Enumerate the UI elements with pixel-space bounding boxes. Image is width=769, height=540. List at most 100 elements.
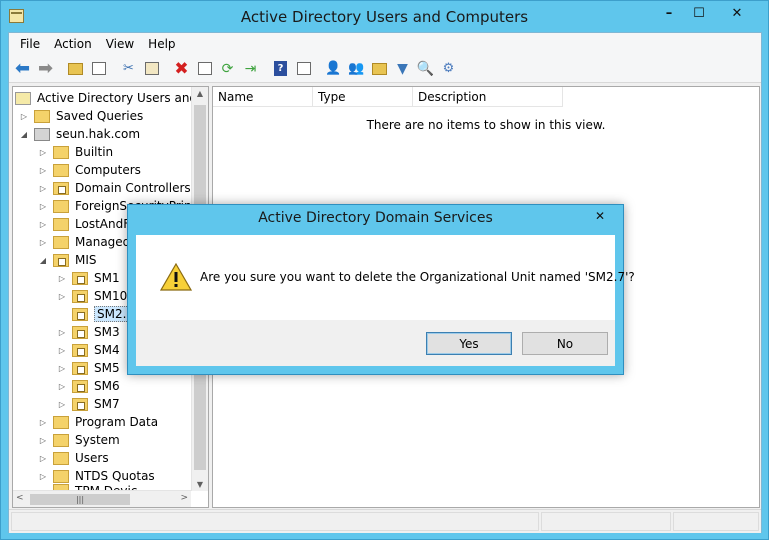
tree-horizontal-scrollbar[interactable]: < ||| >: [13, 490, 191, 507]
column-header-name[interactable]: Name: [213, 87, 313, 107]
expand-arrow-icon[interactable]: ▷: [38, 418, 48, 427]
folder-icon: [34, 109, 50, 123]
column-header-description[interactable]: Description: [413, 87, 563, 107]
yes-button[interactable]: Yes: [426, 332, 512, 355]
tree-item-label: SM7: [94, 397, 120, 411]
tree-item-sm4[interactable]: ▷ SM4: [57, 341, 120, 359]
expand-arrow-icon[interactable]: ▷: [57, 382, 67, 391]
tree-item-computers[interactable]: ▷ Computers: [38, 161, 141, 179]
scroll-right-icon[interactable]: >: [180, 493, 188, 503]
cut-icon[interactable]: ✂: [118, 58, 139, 79]
expand-arrow-icon[interactable]: ▷: [57, 274, 67, 283]
confirm-delete-dialog: Active Directory Domain Services ✕ Are y…: [127, 204, 635, 375]
tree-root[interactable]: Active Directory Users and Co: [15, 89, 208, 107]
menu-help[interactable]: Help: [141, 33, 182, 55]
folder-icon: [53, 163, 69, 177]
export-list-icon[interactable]: ⇥: [240, 58, 261, 79]
scroll-thumb[interactable]: |||: [30, 494, 130, 505]
tree-item-system[interactable]: ▷ System: [38, 431, 120, 449]
tree-item-domain[interactable]: ◢ seun.hak.com: [19, 125, 140, 143]
show-hide-tree-icon[interactable]: [88, 58, 109, 79]
expand-arrow-icon[interactable]: ▷: [38, 436, 48, 445]
menu-action[interactable]: Action: [47, 33, 99, 55]
tree-item-label: SM1: [94, 271, 120, 285]
tree-item-sm3[interactable]: ▷ SM3: [57, 323, 120, 341]
menu-file[interactable]: File: [13, 33, 47, 55]
scroll-down-icon[interactable]: ▼: [192, 480, 208, 489]
tree-item-sm6[interactable]: ▷ SM6: [57, 377, 120, 395]
collapse-arrow-icon[interactable]: ◢: [19, 130, 29, 139]
maximize-button[interactable]: ☐: [684, 3, 714, 23]
delegate-icon[interactable]: ⚙: [438, 58, 459, 79]
delete-icon[interactable]: ✖: [171, 58, 192, 79]
tree-item-builtin[interactable]: ▷ Builtin: [38, 143, 113, 161]
tree-item-label: SM10: [94, 289, 128, 303]
column-header-type[interactable]: Type: [313, 87, 413, 107]
expand-arrow-icon[interactable]: ▷: [38, 202, 48, 211]
tree-item-sm5[interactable]: ▷ SM5: [57, 359, 120, 377]
filter-icon[interactable]: ▼: [392, 58, 413, 79]
tree-item-label: Computers: [75, 163, 141, 177]
dialog-body: Are you sure you want to delete the Orga…: [136, 235, 635, 366]
tree-item-mis[interactable]: ◢ MIS: [38, 251, 97, 269]
scroll-left-icon[interactable]: <: [16, 493, 24, 503]
expand-arrow-icon[interactable]: ▷: [38, 166, 48, 175]
find-icon[interactable]: 🔍: [415, 58, 436, 79]
expand-arrow-icon[interactable]: ▷: [38, 472, 48, 481]
expand-arrow-icon[interactable]: ▷: [57, 328, 67, 337]
menu-view[interactable]: View: [99, 33, 141, 55]
expand-arrow-icon[interactable]: ▷: [57, 364, 67, 373]
folder-icon: [53, 415, 69, 429]
tree-item-ntds-quotas[interactable]: ▷ NTDS Quotas: [38, 467, 155, 485]
close-button[interactable]: ✕: [714, 3, 760, 23]
dialog-close-button[interactable]: ✕: [584, 206, 616, 226]
copy-icon[interactable]: [141, 58, 162, 79]
expand-arrow-icon[interactable]: ▷: [57, 292, 67, 301]
tree-item-label: Saved Queries: [56, 109, 144, 123]
dialog-button-bar: Yes No: [136, 320, 615, 366]
tree-item-sm10[interactable]: ▷ SM10: [57, 287, 127, 305]
expand-arrow-icon[interactable]: ▷: [57, 400, 67, 409]
collapse-arrow-icon[interactable]: ◢: [38, 256, 48, 265]
back-icon[interactable]: ⬅: [12, 58, 33, 79]
no-button[interactable]: No: [522, 332, 608, 355]
expand-arrow-icon[interactable]: ▷: [38, 238, 48, 247]
ou-folder-icon: [72, 379, 88, 393]
tree-item-program-data[interactable]: ▷ Program Data: [38, 413, 158, 431]
up-folder-icon[interactable]: [65, 58, 86, 79]
expand-arrow-icon[interactable]: ▷: [38, 148, 48, 157]
tree-item-sm1[interactable]: ▷ SM1: [57, 269, 120, 287]
tree-item-saved-queries[interactable]: ▷ Saved Queries: [19, 107, 143, 125]
tree-item-sm7[interactable]: ▷ SM7: [57, 395, 120, 413]
new-ou-icon[interactable]: [369, 58, 390, 79]
ou-folder-icon: [53, 181, 69, 195]
tree-item-label: Program Data: [75, 415, 159, 429]
help-icon[interactable]: ?: [270, 58, 291, 79]
tree-item-domain-controllers[interactable]: ▷ Domain Controllers: [38, 179, 191, 197]
window-controls: – ☐ ✕: [654, 3, 760, 23]
tree-item-label: SM3: [94, 325, 120, 339]
new-group-icon[interactable]: 👥: [346, 58, 367, 79]
tree-item-label: Builtin: [75, 145, 114, 159]
tree-item-label: MIS: [75, 253, 97, 267]
minimize-button[interactable]: –: [654, 3, 684, 23]
expand-arrow-icon[interactable]: ▷: [38, 220, 48, 229]
scroll-up-icon[interactable]: ▲: [192, 89, 208, 98]
tree-item-lostandfound[interactable]: ▷ LostAndFo: [38, 215, 137, 233]
properties-icon[interactable]: [194, 58, 215, 79]
tree-item-label: System: [75, 433, 120, 447]
folder-icon: [53, 199, 69, 213]
expand-arrow-icon[interactable]: ▷: [19, 112, 29, 121]
expand-arrow-icon[interactable]: ▷: [57, 346, 67, 355]
refresh-icon[interactable]: ⟳: [217, 58, 238, 79]
expand-arrow-icon[interactable]: ▷: [38, 454, 48, 463]
show-hide-action-pane-icon[interactable]: [293, 58, 314, 79]
expand-arrow-icon[interactable]: ▷: [38, 184, 48, 193]
tree-item-sm2-7[interactable]: SM2.7: [57, 305, 138, 323]
title-bar[interactable]: Active Directory Users and Computers – ☐…: [1, 1, 768, 33]
ou-folder-icon: [72, 307, 88, 321]
new-user-icon[interactable]: 👤: [323, 58, 344, 79]
toolbar: ⬅ ➡ ✂ ✖ ⟳ ⇥ ? 👤 👥 ▼ 🔍 ⚙: [9, 55, 761, 83]
tree-item-users[interactable]: ▷ Users: [38, 449, 109, 467]
forward-icon[interactable]: ➡: [35, 58, 56, 79]
